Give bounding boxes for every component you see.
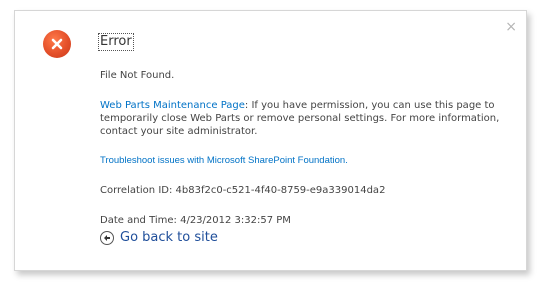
date-time: Date and Time: 4/23/2012 3:32:57 PM [100,215,291,226]
web-parts-maintenance-link[interactable]: Web Parts Maintenance Page [100,100,245,111]
go-back-label: Go back to site [120,230,218,245]
dialog-title: Error [98,33,134,51]
troubleshoot-paragraph: Troubleshoot issues with Microsoft Share… [100,154,500,167]
go-back-link[interactable]: Go back to site [100,230,218,245]
back-arrow-icon [100,230,114,245]
error-dialog: × Error File Not Found. Web Parts Mainte… [14,10,527,271]
error-message: File Not Found. [100,70,175,81]
troubleshoot-link[interactable]: Troubleshoot issues with Microsoft Share… [100,155,348,166]
error-x-icon [43,30,71,58]
correlation-id: Correlation ID: 4b83f2c0-c521-4f40-8759-… [100,185,386,196]
maintenance-paragraph: Web Parts Maintenance Page: If you have … [100,99,500,138]
dialog-content: File Not Found. Web Parts Maintenance Pa… [100,69,500,227]
close-icon[interactable]: × [505,20,517,34]
